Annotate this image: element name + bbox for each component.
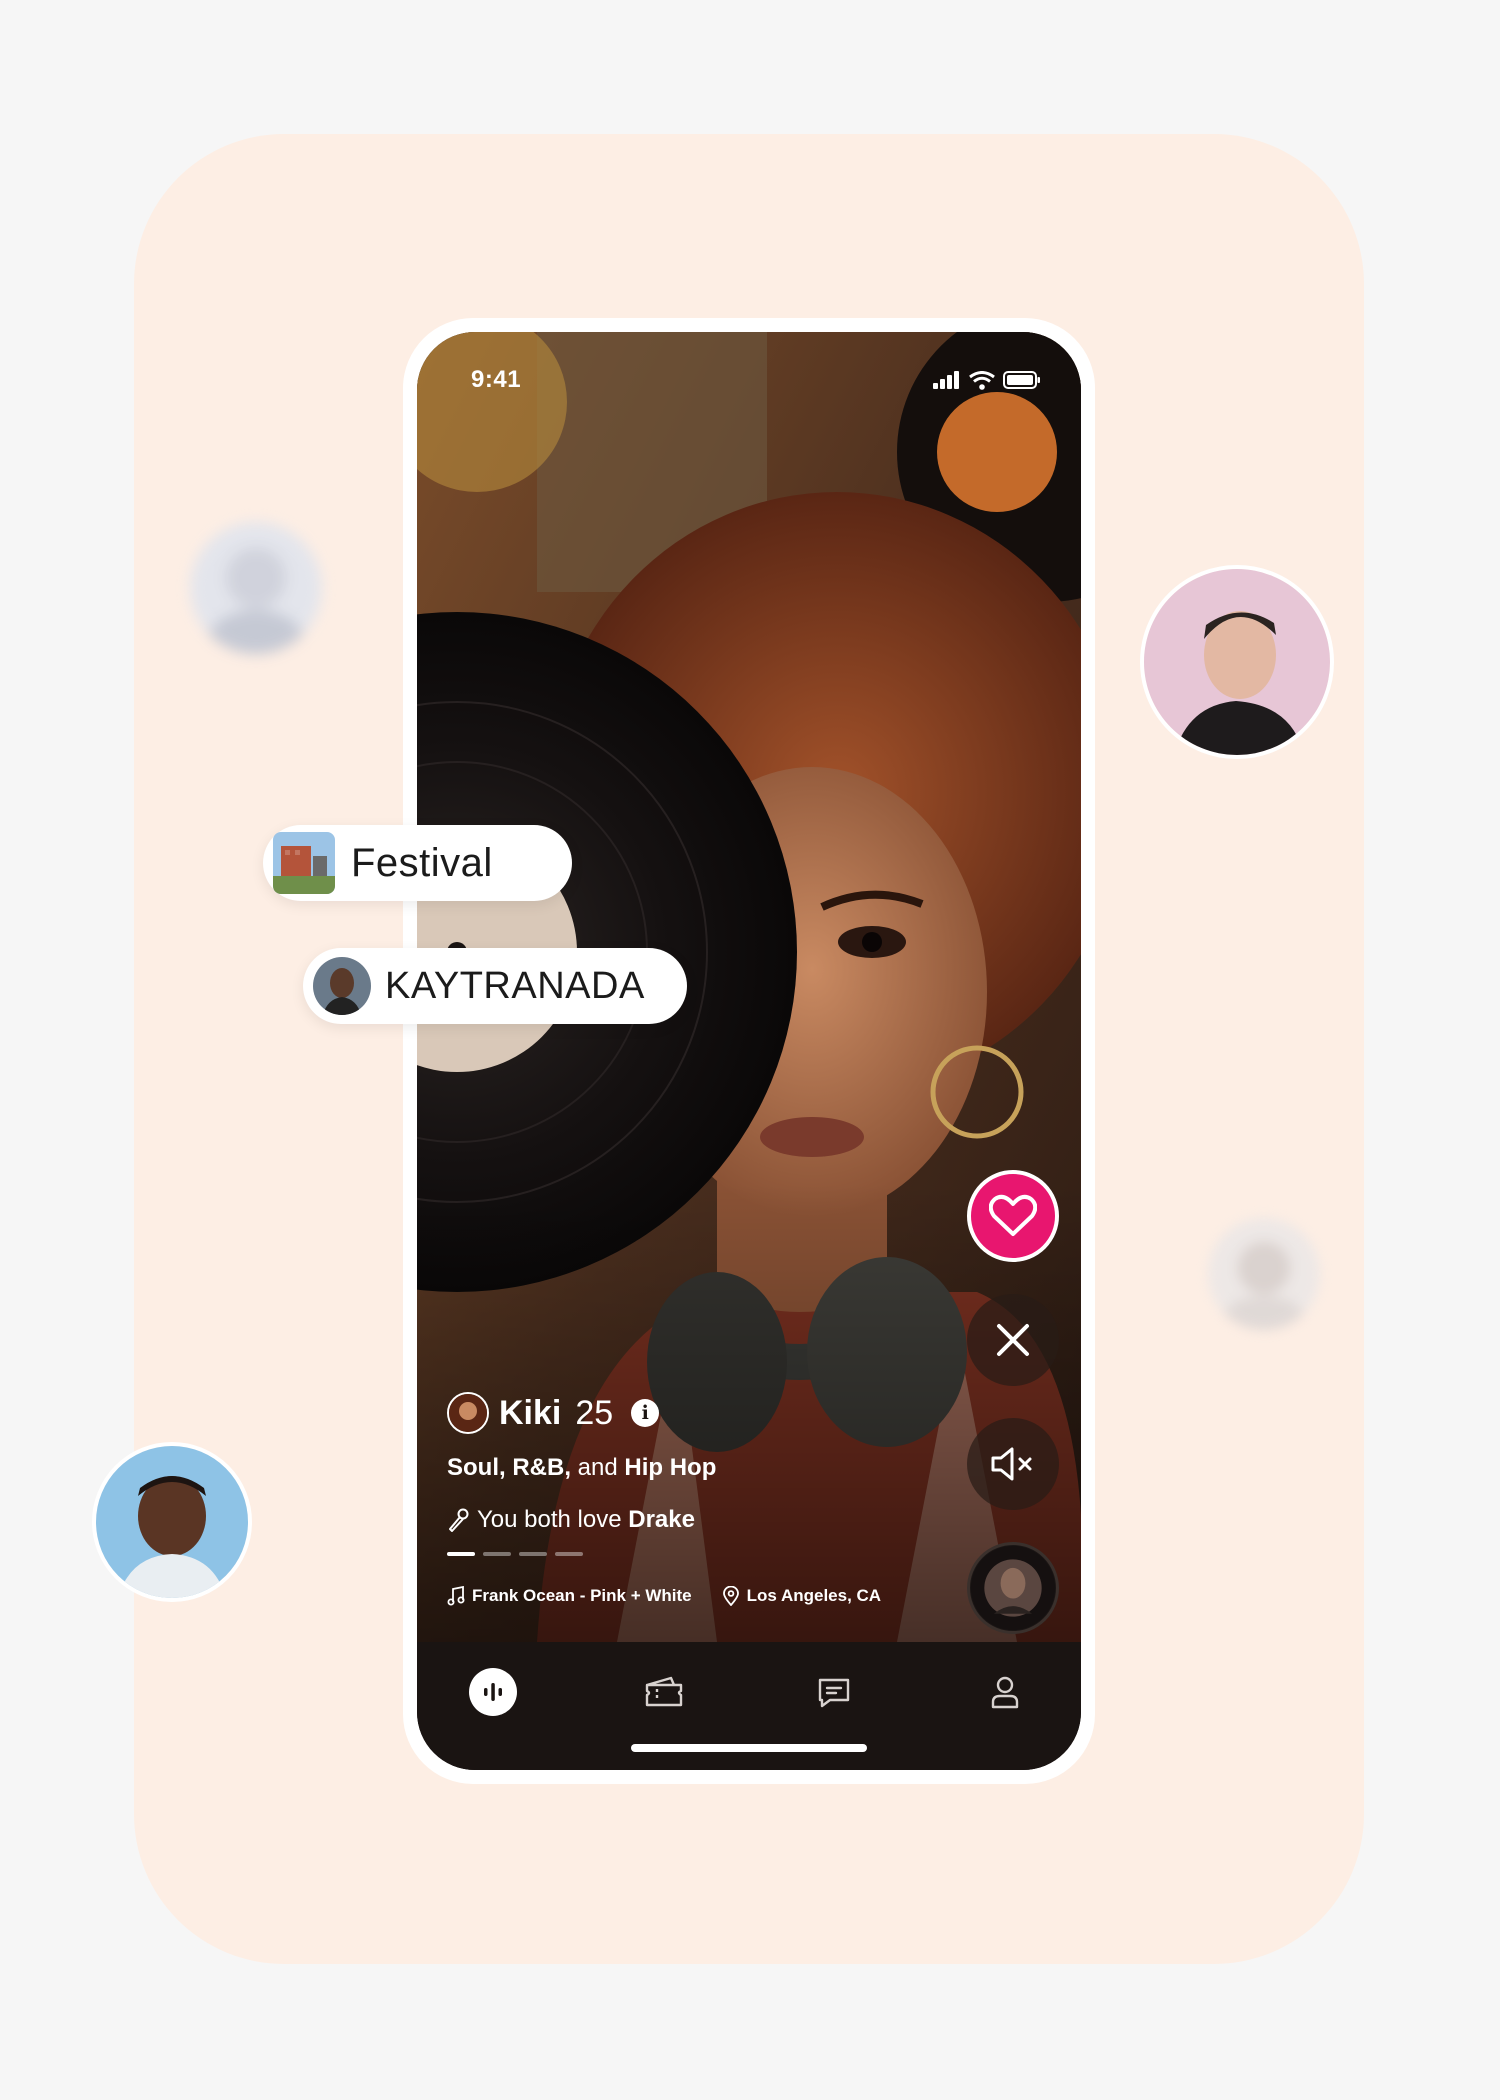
name-row: Kiki 25 i bbox=[447, 1392, 1007, 1434]
profile-age: 25 bbox=[575, 1393, 614, 1432]
photo-progress bbox=[447, 1552, 1007, 1556]
profile-mini-avatar[interactable] bbox=[447, 1392, 489, 1434]
profile-info: Kiki 25 i Soul, R&B, and Hip Hop You bot… bbox=[447, 1392, 1007, 1606]
ticket-icon bbox=[645, 1676, 682, 1707]
phone-screen: 9:41 Kiki 25 i Soul, R&B, and Hip Hop Yo… bbox=[417, 332, 1081, 1770]
tab-tickets[interactable] bbox=[636, 1664, 692, 1720]
location-pin-icon bbox=[722, 1586, 739, 1606]
tab-bar bbox=[417, 1642, 1081, 1770]
home-indicator[interactable] bbox=[631, 1744, 867, 1752]
song-item[interactable]: Frank Ocean - Pink + White bbox=[447, 1586, 692, 1606]
progress-segment bbox=[447, 1552, 475, 1556]
blurred-avatar-left bbox=[190, 522, 322, 654]
genres-part-3: Hip Hop bbox=[624, 1454, 717, 1481]
progress-segment bbox=[483, 1552, 511, 1556]
genres-part-1: Soul, R&B, bbox=[447, 1454, 571, 1481]
user-avatar-top-right[interactable] bbox=[1140, 565, 1334, 759]
profile-genres: Soul, R&B, and Hip Hop bbox=[447, 1454, 1007, 1482]
artist-label: KAYTRANADA bbox=[385, 964, 645, 1007]
location-label: Los Angeles, CA bbox=[746, 1586, 882, 1605]
festival-thumbnail bbox=[273, 832, 335, 894]
blurred-avatar-right bbox=[1208, 1218, 1320, 1330]
music-note-icon bbox=[447, 1586, 465, 1606]
close-icon bbox=[997, 1324, 1029, 1356]
status-bar: 9:41 bbox=[417, 332, 1081, 406]
artist-thumbnail bbox=[313, 957, 371, 1015]
tab-profile[interactable] bbox=[977, 1664, 1033, 1720]
user-avatar-bottom-left[interactable] bbox=[92, 1442, 252, 1602]
tab-discover[interactable] bbox=[465, 1664, 521, 1720]
song-label: Frank Ocean - Pink + White bbox=[472, 1586, 692, 1605]
progress-segment bbox=[519, 1552, 547, 1556]
audio-wave-icon bbox=[484, 1683, 502, 1701]
profile-name: Kiki bbox=[499, 1393, 562, 1432]
phone-frame: 9:41 Kiki 25 i Soul, R&B, and Hip Hop Yo… bbox=[403, 318, 1095, 1784]
artist-chip[interactable]: KAYTRANADA bbox=[303, 948, 687, 1024]
like-button[interactable] bbox=[967, 1170, 1059, 1262]
shared-artist-row: You both love Drake bbox=[447, 1506, 1007, 1534]
profile-icon bbox=[991, 1676, 1019, 1709]
microphone-icon bbox=[449, 1508, 469, 1532]
battery-icon bbox=[1003, 371, 1040, 389]
status-icons bbox=[933, 370, 1041, 390]
tab-messages[interactable] bbox=[806, 1664, 862, 1720]
location-item: Los Angeles, CA bbox=[722, 1586, 881, 1606]
status-time: 9:41 bbox=[471, 366, 522, 393]
info-icon[interactable]: i bbox=[631, 1399, 660, 1427]
chat-icon bbox=[819, 1678, 850, 1708]
shared-prefix: You both love bbox=[477, 1506, 629, 1533]
festival-chip[interactable]: Festival bbox=[263, 825, 572, 901]
genres-part-2: and bbox=[571, 1454, 625, 1481]
pass-button[interactable] bbox=[967, 1294, 1059, 1386]
wifi-icon bbox=[969, 370, 995, 390]
festival-label: Festival bbox=[351, 840, 493, 885]
heart-icon bbox=[989, 1194, 1037, 1236]
shared-artist: Drake bbox=[628, 1506, 695, 1533]
signal-icon bbox=[933, 371, 959, 389]
progress-segment bbox=[555, 1552, 583, 1556]
meta-row: Frank Ocean - Pink + White Los Angeles, … bbox=[447, 1586, 1007, 1606]
